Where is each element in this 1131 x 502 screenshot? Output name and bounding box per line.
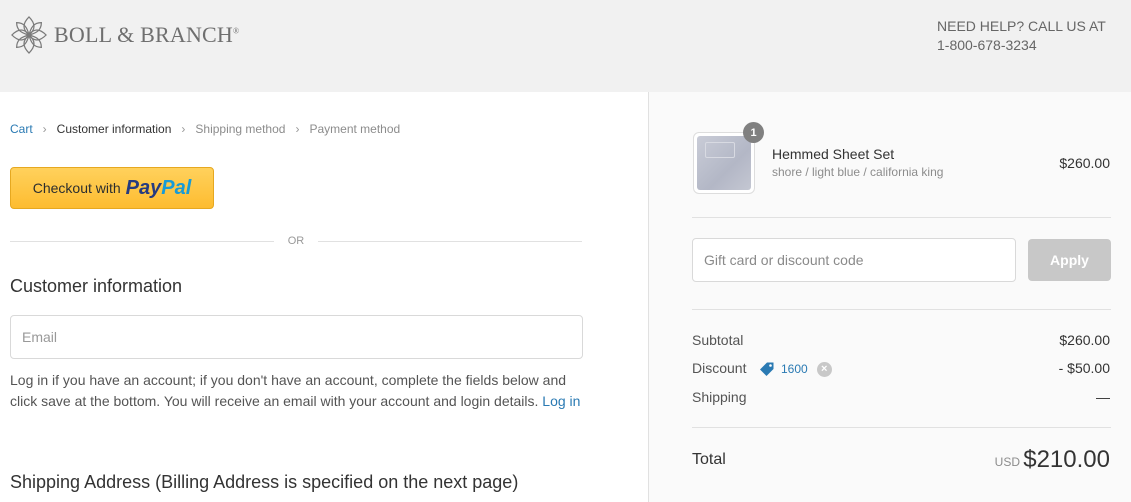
paypal-checkout-button[interactable]: Checkout with Pay Pal <box>10 167 214 209</box>
divider-line <box>318 240 582 242</box>
product-price: $260.00 <box>1059 155 1110 171</box>
product-variant: shore / light blue / california king <box>772 165 944 179</box>
chevron-right-icon: › <box>42 122 47 136</box>
site-header: BOLL & BRANCH® NEED HELP? CALL US AT 1-8… <box>0 0 1131 92</box>
help-contact: NEED HELP? CALL US AT 1-800-678-3234 <box>937 17 1106 55</box>
paypal-logo-pal: Pal <box>161 176 192 199</box>
brand-name: BOLL & BRANCH® <box>54 22 240 47</box>
help-phone[interactable]: 1-800-678-3234 <box>937 36 1106 55</box>
paypal-prefix: Checkout with <box>32 180 121 196</box>
applied-discount: 1600 × <box>759 361 832 377</box>
or-label: OR <box>287 235 305 247</box>
apply-button[interactable]: Apply <box>1028 239 1111 281</box>
discount-value: - $50.00 <box>1058 360 1110 376</box>
sheet-set-image <box>697 136 751 190</box>
tag-icon <box>760 362 774 376</box>
breadcrumb-customer-information: Customer information <box>56 122 172 136</box>
shipping-label: Shipping <box>692 389 747 405</box>
chevron-right-icon: › <box>295 122 300 136</box>
checkout-main: Cart › Customer information › Shipping m… <box>0 92 648 502</box>
remove-discount-icon[interactable]: × <box>816 361 832 377</box>
shipping-value: — <box>1096 389 1110 405</box>
total-value: $210.00 <box>1023 446 1110 473</box>
summary-divider <box>692 309 1111 310</box>
or-divider: OR <box>10 234 582 248</box>
login-link[interactable]: Log in <box>542 393 580 409</box>
breadcrumb: Cart › Customer information › Shipping m… <box>10 122 400 136</box>
breadcrumb-shipping-method: Shipping method <box>195 122 286 136</box>
product-thumbnail <box>693 132 755 194</box>
subtotal-label: Subtotal <box>692 332 744 348</box>
paypal-logo-pay: Pay <box>125 176 162 199</box>
divider-line <box>10 240 274 242</box>
breadcrumb-cart[interactable]: Cart <box>10 122 33 136</box>
brand-logo[interactable]: BOLL & BRANCH® <box>10 14 239 56</box>
help-label: NEED HELP? CALL US AT <box>937 18 1106 34</box>
summary-divider <box>692 427 1111 428</box>
subtotal-value: $260.00 <box>1059 332 1110 348</box>
summary-divider <box>692 217 1111 218</box>
discount-code: 1600 <box>781 362 808 376</box>
total-currency: USD <box>994 455 1020 469</box>
product-name: Hemmed Sheet Set <box>772 146 895 162</box>
login-instructions: Log in if you have an account; if you do… <box>10 372 581 409</box>
email-field[interactable] <box>10 315 583 359</box>
customer-information-heading: Customer information <box>10 276 183 296</box>
flower-logo-icon <box>11 16 47 54</box>
quantity-badge: 1 <box>743 122 764 143</box>
discount-code-input[interactable] <box>692 238 1016 282</box>
chevron-right-icon: › <box>181 122 186 136</box>
breadcrumb-payment-method: Payment method <box>309 122 401 136</box>
total-label: Total <box>692 451 726 468</box>
discount-label: Discount <box>692 360 747 376</box>
shipping-address-heading: Shipping Address (Billing Address is spe… <box>10 472 519 492</box>
order-summary: 1 Hemmed Sheet Set shore / light blue / … <box>648 92 1131 502</box>
